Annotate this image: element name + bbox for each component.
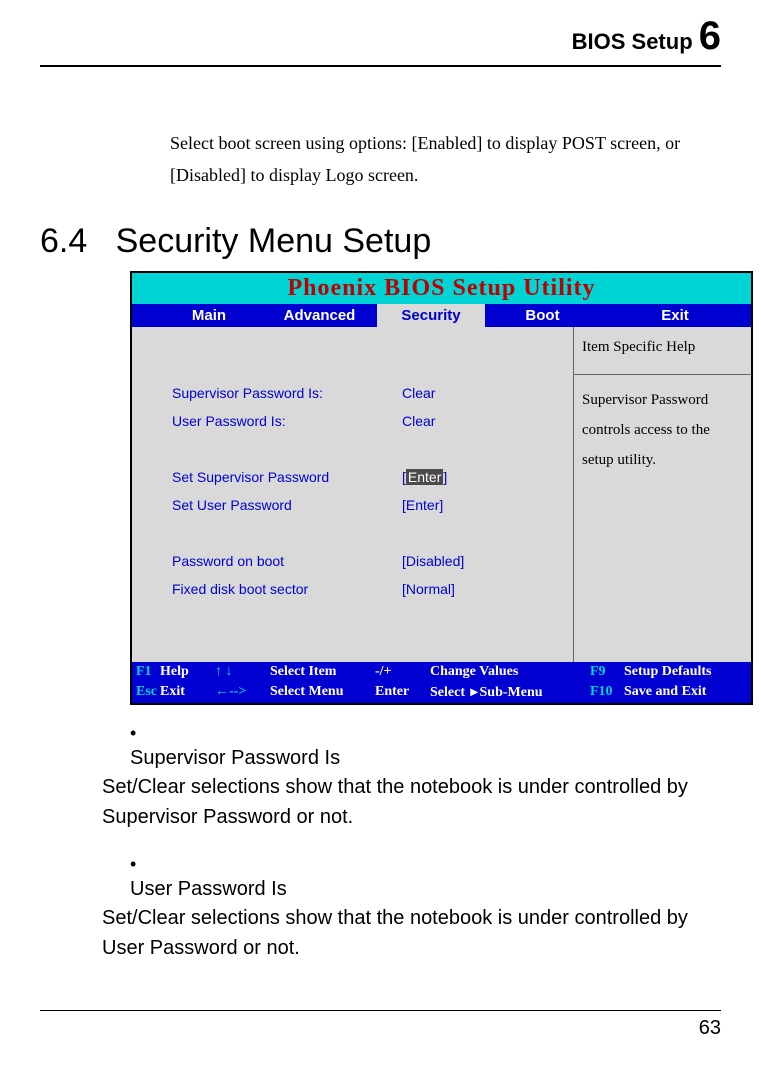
section-title: Security Menu Setup	[116, 222, 432, 260]
page-header: BIOS Setup 6	[40, 0, 721, 67]
bios-left-panel: Supervisor Password Is: Clear User Passw…	[132, 327, 573, 662]
row-supervisor-pw-is: Supervisor Password Is: Clear	[132, 379, 573, 407]
label-select-submenu: Select Sub-Menu	[430, 684, 590, 701]
row-fixed-disk[interactable]: Fixed disk boot sector [Normal]	[132, 575, 573, 603]
tab-main[interactable]: Main	[132, 304, 262, 327]
triangle-right-icon	[468, 685, 479, 700]
bullet-desc: Set/Clear selections show that the noteb…	[102, 772, 712, 832]
bullet-list: • Supervisor Password Is Set/Clear selec…	[130, 723, 721, 963]
bios-help-panel: Item Specific Help Supervisor Password c…	[573, 327, 751, 662]
value-user-pw: Clear	[402, 413, 552, 429]
key-f9: F9	[590, 664, 624, 680]
section-number: 6.4	[40, 222, 87, 260]
key-esc: Esc	[132, 684, 160, 700]
label-select-item: Select Item	[270, 664, 375, 680]
bullet-title: User Password Is	[130, 878, 287, 900]
label-user-pw: User Password Is:	[132, 413, 402, 429]
label-select-menu: Select Menu	[270, 684, 375, 700]
value-supervisor-pw: Clear	[402, 385, 552, 401]
label-exit: Exit	[160, 684, 215, 700]
label-change-values: Change Values	[430, 664, 590, 680]
label-enter: Enter	[375, 684, 430, 700]
tab-boot[interactable]: Boot	[485, 304, 600, 327]
label-save-exit: Save and Exit	[624, 684, 706, 700]
label-supervisor-pw: Supervisor Password Is:	[132, 385, 402, 401]
key-f10: F10	[590, 684, 624, 700]
page-footer: 63	[40, 1010, 721, 1040]
list-item: • Supervisor Password Is Set/Clear selec…	[130, 723, 721, 832]
label-help: Help	[160, 664, 215, 680]
bullet-icon: •	[130, 854, 158, 875]
bios-setup-screenshot: Phoenix BIOS Setup Utility Main Advanced…	[130, 271, 753, 705]
highlighted-enter: Enter	[406, 469, 443, 485]
value-set-supervisor: [Enter]	[402, 469, 552, 485]
value-set-user: [Enter]	[402, 497, 552, 513]
tab-exit[interactable]: Exit	[600, 304, 750, 327]
help-body: Supervisor Password controls access to t…	[574, 375, 751, 485]
bullet-icon: •	[130, 723, 158, 744]
bios-title: Phoenix BIOS Setup Utility	[132, 273, 751, 304]
page-number: 63	[699, 1017, 721, 1039]
label-plusminus: -/+	[375, 664, 430, 680]
header-chapter-number: 6	[699, 14, 721, 58]
section-heading: 6.4 Security Menu Setup	[40, 222, 721, 261]
arrows-updown-icon: ↑ ↓	[215, 664, 270, 680]
list-item: • User Password Is Set/Clear selections …	[130, 854, 721, 963]
bios-body: Supervisor Password Is: Clear User Passw…	[132, 327, 751, 662]
label-setup-defaults: Setup Defaults	[624, 664, 712, 680]
arrows-leftright-icon: ←-->	[215, 684, 270, 700]
bios-tab-bar: Main Advanced Security Boot Exit	[132, 304, 751, 327]
intro-paragraph: Select boot screen using options: [Enabl…	[170, 127, 721, 192]
help-header: Item Specific Help	[574, 327, 751, 375]
footer-row-1: F1 Help ↑ ↓ Select Item -/+ Change Value…	[132, 662, 751, 682]
key-f1: F1	[132, 664, 160, 680]
row-set-supervisor-pw[interactable]: Set Supervisor Password [Enter]	[132, 463, 573, 491]
header-title: BIOS Setup	[572, 29, 699, 54]
tab-security[interactable]: Security	[377, 304, 485, 327]
value-fixed-disk: [Normal]	[402, 581, 552, 597]
bullet-title: Supervisor Password Is	[130, 747, 340, 769]
row-set-user-pw[interactable]: Set User Password [Enter]	[132, 491, 573, 519]
label-set-supervisor: Set Supervisor Password	[132, 469, 402, 485]
tab-advanced[interactable]: Advanced	[262, 304, 377, 327]
bullet-desc: Set/Clear selections show that the noteb…	[102, 903, 712, 963]
label-set-user: Set User Password	[132, 497, 402, 513]
bios-footer: F1 Help ↑ ↓ Select Item -/+ Change Value…	[132, 662, 751, 703]
value-pw-boot: [Disabled]	[402, 553, 552, 569]
row-user-pw-is: User Password Is: Clear	[132, 407, 573, 435]
footer-row-2: Esc Exit ←--> Select Menu Enter Select S…	[132, 682, 751, 703]
label-pw-boot: Password on boot	[132, 553, 402, 569]
row-password-on-boot[interactable]: Password on boot [Disabled]	[132, 547, 573, 575]
label-fixed-disk: Fixed disk boot sector	[132, 581, 402, 597]
